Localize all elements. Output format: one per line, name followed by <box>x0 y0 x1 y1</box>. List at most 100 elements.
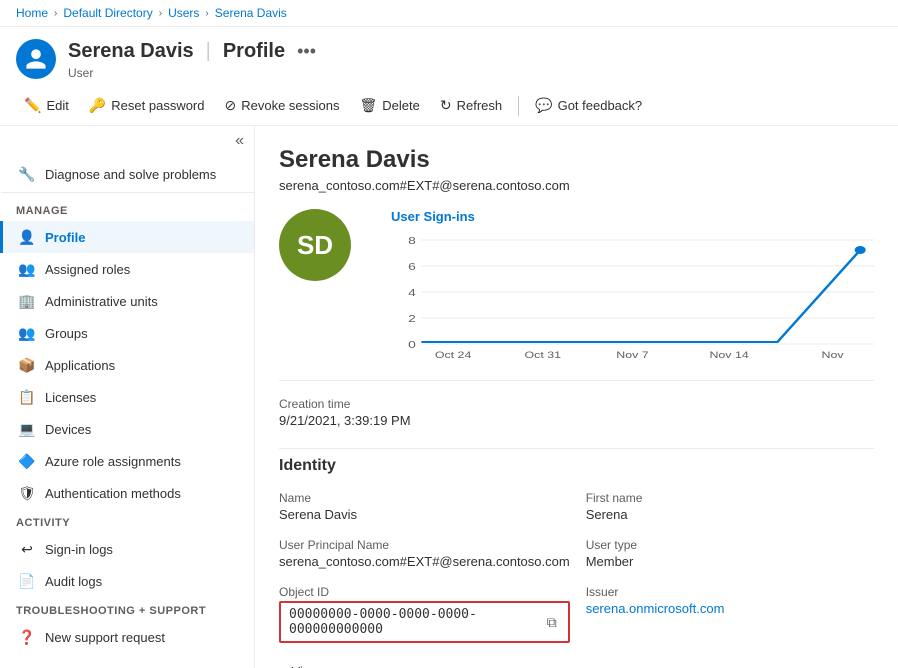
field-usertype-value: Member <box>586 554 874 569</box>
field-firstname-label: First name <box>586 491 874 505</box>
field-name-label: Name <box>279 491 570 505</box>
sidebar-section-manage: Manage <box>0 197 254 221</box>
sidebar-licenses-label: Licenses <box>45 390 96 405</box>
user-avatar: SD <box>279 209 351 281</box>
sidebar-groups-label: Groups <box>45 326 88 341</box>
collapse-sidebar-button[interactable]: « <box>235 132 244 150</box>
sidebar: « 🔧 Diagnose and solve problems Manage 👤… <box>0 126 255 668</box>
top-section: SD User Sign-ins 8 6 4 2 0 <box>279 209 874 360</box>
sidebar-support-icon: ❓ <box>19 629 35 645</box>
sidebar-support[interactable]: ❓ New support request <box>0 621 254 653</box>
sidebar-licenses[interactable]: 📋 Licenses <box>0 381 254 413</box>
field-usertype-label: User type <box>586 538 874 552</box>
view-more-button[interactable]: ▾ View more <box>279 655 353 668</box>
sidebar-admin-units[interactable]: 🏢 Administrative units <box>0 285 254 317</box>
edit-button[interactable]: ✏️ Edit <box>16 92 77 119</box>
creation-section: Creation time 9/21/2021, 3:39:19 PM <box>279 380 874 428</box>
field-objectid-label: Object ID <box>279 585 570 599</box>
field-issuer-group: Issuer serena.onmicrosoft.com <box>586 585 874 643</box>
reset-password-button[interactable]: 🔑 Reset password <box>81 92 213 119</box>
revoke-icon: ⊘ <box>225 97 237 114</box>
sidebar-audit-logs-icon: 📄 <box>19 573 35 589</box>
refresh-button[interactable]: ↻ Refresh <box>432 92 510 119</box>
edit-icon: ✏️ <box>24 97 41 114</box>
sidebar-devices-label: Devices <box>45 422 91 437</box>
sidebar-support-label: New support request <box>45 630 165 645</box>
svg-text:Oct 24: Oct 24 <box>435 351 472 360</box>
toolbar-divider <box>518 96 519 116</box>
sidebar-auth-methods[interactable]: 🛡Authentication methods <box>0 477 254 509</box>
sidebar-assigned-roles[interactable]: 👥Assigned roles <box>0 253 254 285</box>
field-upn-group: User Principal Name serena_contoso.com#E… <box>279 538 570 569</box>
object-id-value: 00000000-0000-0000-0000-000000000000 <box>289 607 538 637</box>
sidebar-devices[interactable]: 💻 Devices <box>0 413 254 445</box>
sidebar-activity-items: ↩Sign-in logs 📄 Audit logs <box>0 533 254 597</box>
page-subtitle: User <box>68 66 320 80</box>
sidebar-azure-roles[interactable]: 🔷 Azure role assignments <box>0 445 254 477</box>
field-usertype-group: User type Member <box>586 538 874 569</box>
sidebar-admin-units-icon: 🏢 <box>19 293 35 309</box>
breadcrumb-current: Serena Davis <box>215 6 287 20</box>
sidebar-applications-icon: 📦 <box>19 357 35 373</box>
sidebar-section-troubleshoot: Troubleshooting + Support <box>0 597 254 621</box>
more-options-button[interactable]: ••• <box>293 37 320 66</box>
breadcrumb-users[interactable]: Users <box>168 6 199 20</box>
svg-text:2: 2 <box>408 313 416 325</box>
sidebar-groups-icon: 👥 <box>19 325 35 341</box>
field-issuer-value[interactable]: serena.onmicrosoft.com <box>586 601 874 616</box>
sidebar-signin-logs-label: Sign-in logs <box>45 542 113 557</box>
field-firstname-group: First name Serena <box>586 491 874 522</box>
identity-grid: Name Serena Davis First name Serena User… <box>279 491 874 643</box>
field-issuer-label: Issuer <box>586 585 874 599</box>
content-inner: Serena Davis serena_contoso.com#EXT#@ser… <box>255 126 898 668</box>
wrench-icon: 🔧 <box>19 166 35 182</box>
feedback-button[interactable]: 💬 Got feedback? <box>527 92 650 119</box>
sidebar-applications[interactable]: 📦Applications <box>0 349 254 381</box>
sidebar-diagnose[interactable]: 🔧 Diagnose and solve problems <box>0 156 254 193</box>
sidebar-admin-units-label: Administrative units <box>45 294 158 309</box>
creation-label: Creation time <box>279 397 874 411</box>
field-firstname-value: Serena <box>586 507 874 522</box>
user-email: serena_contoso.com#EXT#@serena.contoso.c… <box>279 178 874 193</box>
sidebar-profile-label: Profile <box>45 230 85 245</box>
svg-text:Nov: Nov <box>822 351 845 360</box>
svg-text:Nov 7: Nov 7 <box>616 351 648 360</box>
sidebar-signin-logs[interactable]: ↩Sign-in logs <box>0 533 254 565</box>
chart-svg: 8 6 4 2 0 Oct 24 <box>391 230 874 360</box>
chevron-down-icon: ▾ <box>279 663 286 668</box>
sidebar-devices-icon: 💻 <box>19 421 35 437</box>
sidebar-section-activity: Activity <box>0 509 254 533</box>
delete-button[interactable]: 🗑 Delete <box>352 92 428 119</box>
refresh-icon: ↻ <box>440 97 452 114</box>
breadcrumb: Home › Default Directory › Users › Seren… <box>0 0 898 27</box>
field-upn-label: User Principal Name <box>279 538 570 552</box>
field-name-value: Serena Davis <box>279 507 570 522</box>
chart-container: 8 6 4 2 0 Oct 24 <box>391 230 874 360</box>
toolbar: ✏️ Edit 🔑 Reset password ⊘ Revoke sessio… <box>0 86 898 126</box>
page-header: Serena Davis | Profile ••• User <box>0 27 898 86</box>
svg-text:6: 6 <box>408 261 416 273</box>
sidebar-azure-roles-icon: 🔷 <box>19 453 35 469</box>
sidebar-auth-methods-icon: 🛡 <box>19 485 35 501</box>
user-avatar-header <box>16 39 56 79</box>
object-id-box: 00000000-0000-0000-0000-000000000000 ⧉ <box>279 601 570 643</box>
sidebar-groups[interactable]: 👥 Groups <box>0 317 254 349</box>
sidebar-profile[interactable]: 👤Profile <box>0 221 254 253</box>
sidebar-audit-logs-label: Audit logs <box>45 574 102 589</box>
breadcrumb-directory[interactable]: Default Directory <box>63 6 152 20</box>
svg-text:8: 8 <box>408 235 416 247</box>
svg-text:4: 4 <box>408 287 416 299</box>
field-objectid-group: Object ID 00000000-0000-0000-0000-000000… <box>279 585 570 643</box>
page-title: Serena Davis | Profile ••• <box>68 37 320 66</box>
sidebar-audit-logs[interactable]: 📄 Audit logs <box>0 565 254 597</box>
person-icon <box>24 47 48 71</box>
copy-objectid-button[interactable]: ⧉ <box>544 613 560 632</box>
chart-title: User Sign-ins <box>391 209 874 224</box>
sidebar-licenses-icon: 📋 <box>19 389 35 405</box>
user-name-heading: Serena Davis <box>279 146 874 174</box>
chart-area: User Sign-ins 8 6 4 2 0 <box>391 209 874 360</box>
breadcrumb-home[interactable]: Home <box>16 6 48 20</box>
revoke-sessions-button[interactable]: ⊘ Revoke sessions <box>217 92 348 119</box>
field-upn-value: serena_contoso.com#EXT#@serena.contoso.c… <box>279 554 570 569</box>
sidebar-azure-roles-label: Azure role assignments <box>45 454 181 469</box>
